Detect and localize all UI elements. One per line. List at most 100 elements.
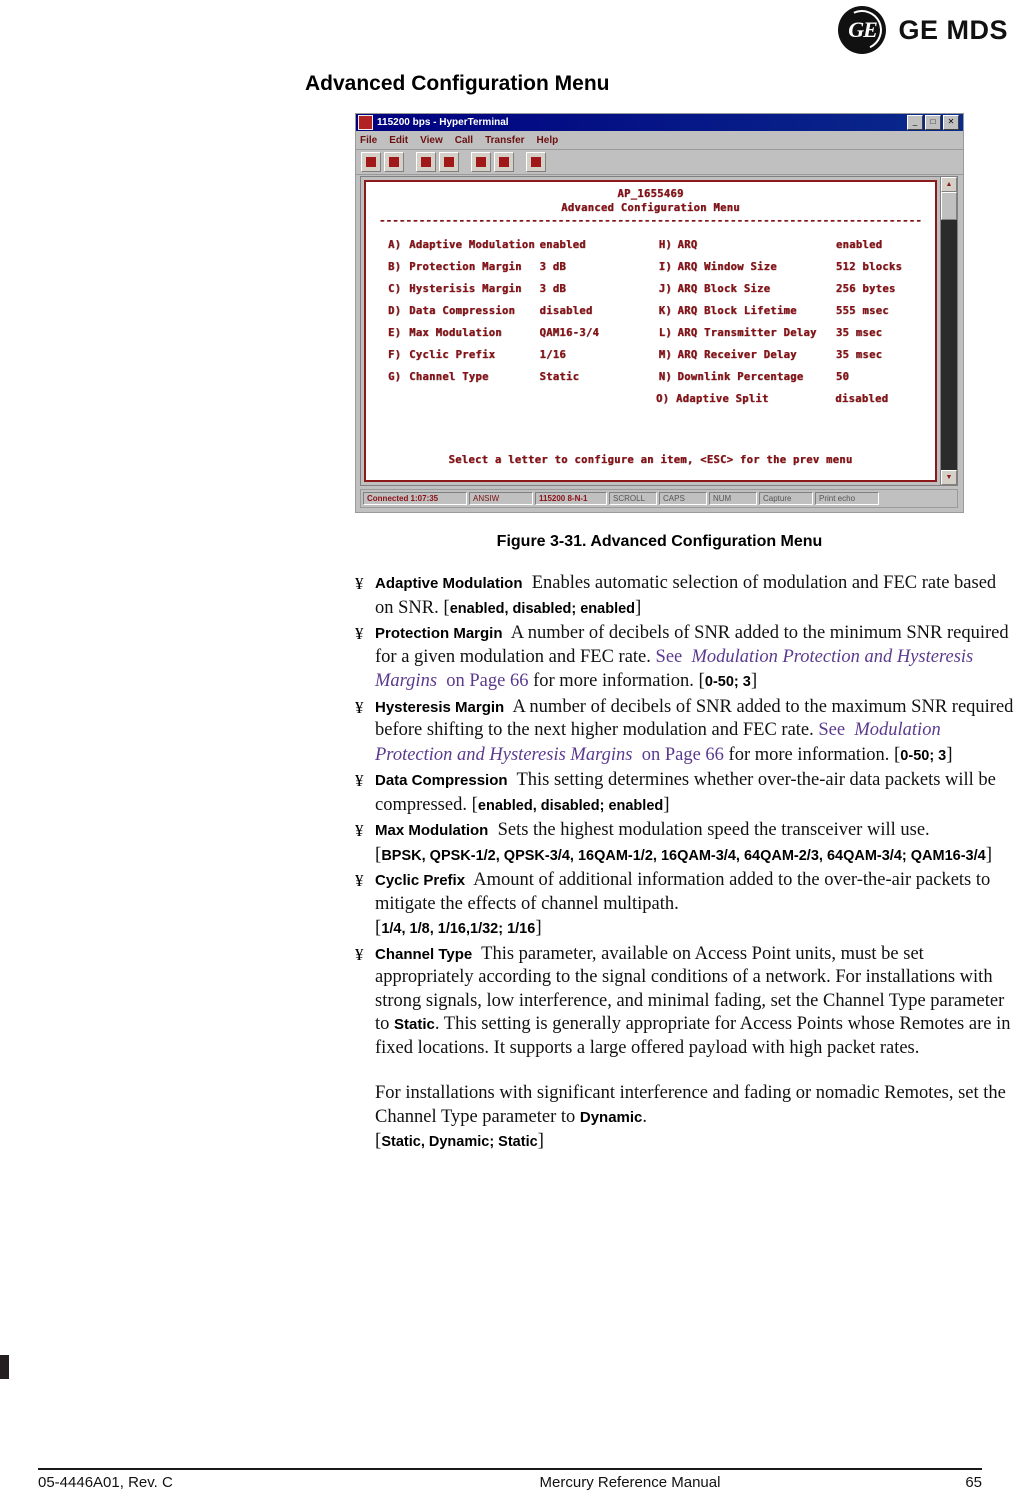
menu-item-h-name[interactable]: ARQ	[652, 239, 836, 251]
menu-item-e-value: QAM16-3/4	[539, 327, 600, 339]
menu-item-c-name[interactable]: Hysterisis Margin	[383, 283, 539, 295]
list-item-body: Data Compression This setting determines…	[375, 770, 996, 815]
menu-edit[interactable]: Edit	[389, 135, 408, 146]
list-item: ¥ Adaptive Modulation Enables automatic …	[355, 572, 1015, 621]
parameter-options: BPSK, QPSK-1/2, QPSK-3/4, 16QAM-1/2, 16Q…	[381, 847, 986, 864]
disconnect-icon[interactable]	[439, 152, 459, 172]
list-item-body: Channel Type This parameter, available o…	[375, 943, 1015, 1155]
menu-item-n-value: 50	[835, 371, 850, 383]
cross-reference-page[interactable]: on Page 66	[637, 745, 724, 765]
status-connected: Connected 1:07:35	[363, 492, 467, 505]
scroll-down-icon[interactable]: ▼	[941, 470, 957, 485]
open-connection-icon[interactable]	[384, 152, 404, 172]
maximize-button[interactable]: □	[925, 115, 941, 130]
terminal-scrollbar[interactable]: ▲ ▼	[940, 177, 957, 485]
parameter-description-2: . This setting is generally appropriate …	[375, 1014, 1011, 1058]
cross-reference-page[interactable]: on Page 66	[442, 671, 528, 691]
menu-item-f-name[interactable]: Cyclic Prefix	[383, 349, 539, 361]
figure-caption: Figure 3-31. Advanced Configuration Menu	[496, 533, 823, 550]
menu-item-o-name[interactable]: Adaptive Split	[650, 393, 835, 405]
parameter-name: Protection Margin	[375, 625, 503, 642]
status-print-echo: Print echo	[815, 492, 879, 505]
menu-help[interactable]: Help	[537, 135, 559, 146]
menu-item-l-name[interactable]: ARQ Transmitter Delay	[652, 327, 836, 339]
menu-item-e-name[interactable]: Max Modulation	[383, 327, 539, 339]
window-titlebar: 115200 bps - HyperTerminal _ □ ✕	[356, 114, 963, 131]
menu-view[interactable]: View	[420, 135, 443, 146]
status-filler	[881, 492, 955, 505]
terminal-statusbar: Connected 1:07:35 ANSIW 115200 8-N-1 SCR…	[360, 489, 958, 508]
menu-item-f-value: 1/16	[539, 349, 567, 361]
parameter-name: Data Compression	[375, 772, 508, 789]
footer-divider	[38, 1468, 982, 1470]
parameter-description: Sets the highest modulation speed the tr…	[497, 820, 930, 840]
page-footer: 05-4446A01, Rev. C Mercury Reference Man…	[38, 1474, 982, 1491]
value-static: Static	[394, 1016, 435, 1033]
list-item-body: Adaptive Modulation Enables automatic se…	[375, 573, 997, 618]
menu-file[interactable]: File	[360, 135, 377, 146]
menu-item-d-name[interactable]: Data Compression	[383, 305, 539, 317]
status-line-settings: 115200 8-N-1	[535, 492, 607, 505]
list-item: ¥ Hysteresis Margin A number of decibels…	[355, 696, 1015, 769]
list-item: ¥ Protection Margin A number of decibels…	[355, 622, 1015, 695]
parameter-options: Static, Dynamic; Static	[381, 1134, 538, 1150]
menu-item-a-value: enabled	[539, 239, 586, 251]
list-item-body: Hysteresis Margin A number of decibels o…	[375, 696, 1014, 765]
send-file-icon[interactable]	[471, 152, 491, 172]
menu-item-j-name[interactable]: ARQ Block Size	[652, 283, 836, 295]
menu-item-m-value: 35 msec	[835, 349, 883, 361]
scroll-up-icon[interactable]: ▲	[941, 177, 957, 192]
ge-monogram-icon: GE	[838, 6, 887, 54]
menu-item-g-value: Static	[539, 371, 580, 383]
parameter-name: Hysteresis Margin	[375, 698, 505, 716]
menu-item-k-name[interactable]: ARQ Block Lifetime	[652, 305, 836, 317]
menu-item-b-name[interactable]: Protection Margin	[383, 261, 539, 273]
toolbar	[356, 150, 963, 175]
list-item: ¥ Channel Type This parameter, available…	[355, 943, 1015, 1155]
menu-row: F) Cyclic Prefix 1/16 M) ARQ Receiver De…	[388, 344, 929, 366]
parameter-name: Adaptive Modulation	[375, 575, 523, 592]
hyperterminal-app-icon	[358, 115, 373, 130]
menu-item-c-value: 3 dB	[539, 283, 567, 295]
see-label: See	[818, 720, 846, 740]
properties-icon[interactable]	[526, 152, 546, 172]
new-connection-icon[interactable]	[361, 152, 381, 172]
bullet-icon: ¥	[355, 821, 364, 840]
window-controls: _ □ ✕	[907, 115, 961, 130]
menu-item-j-value: 256 bytes	[835, 283, 896, 295]
list-item-body: Protection Margin A number of decibels o…	[375, 623, 1009, 691]
parameter-name: Cyclic Prefix	[375, 872, 466, 889]
scrollbar-track[interactable]	[941, 192, 957, 470]
see-label: See	[655, 646, 683, 667]
menu-transfer[interactable]: Transfer	[485, 135, 524, 146]
value-dynamic: Dynamic	[579, 1108, 643, 1126]
hyperterminal-window: 115200 bps - HyperTerminal _ □ ✕ File Ed…	[355, 113, 964, 513]
menu-item-a-name[interactable]: Adaptive Modulation	[383, 239, 539, 251]
menu-item-g-name[interactable]: Channel Type	[383, 371, 539, 383]
parameter-description: Amount of additional information added t…	[375, 870, 991, 914]
page-title: Advanced Configuration Menu	[305, 72, 610, 95]
parameter-description-2: for more information.	[723, 744, 894, 765]
call-icon[interactable]	[416, 152, 436, 172]
list-item: ¥ Cyclic Prefix Amount of additional inf…	[355, 869, 1015, 942]
terminal-prompt: Select a letter to configure an item, <E…	[448, 454, 853, 466]
minimize-button[interactable]: _	[907, 115, 923, 130]
receive-file-icon[interactable]	[494, 152, 514, 172]
menu-row: A) Adaptive Modulation enabled H) ARQ en…	[388, 234, 929, 256]
terminal-viewport: AP_1655469 Advanced Configuration Menu -…	[360, 176, 958, 486]
parameter-name: Channel Type	[375, 945, 473, 963]
menu-item-i-name[interactable]: ARQ Window Size	[652, 261, 836, 273]
terminal-rule: ----------------------------------------…	[379, 215, 922, 227]
menu-item-m-name[interactable]: ARQ Receiver Delay	[652, 349, 836, 361]
parameter-options: enabled, disabled; enabled	[449, 600, 636, 617]
ge-mds-wordmark: GE MDS	[898, 14, 1008, 45]
terminal-screen[interactable]: AP_1655469 Advanced Configuration Menu -…	[364, 180, 937, 482]
menu-row: G) Channel Type Static N) Downlink Perce…	[388, 366, 929, 388]
menu-call[interactable]: Call	[455, 135, 473, 146]
scrollbar-thumb[interactable]	[941, 192, 957, 220]
status-capture: Capture	[759, 492, 813, 505]
menu-item-n-name[interactable]: Downlink Percentage	[652, 371, 836, 383]
parameter-description-list: ¥ Adaptive Modulation Enables automatic …	[355, 572, 1015, 1156]
paragraph-2-tail: .	[642, 1106, 648, 1127]
close-button[interactable]: ✕	[943, 115, 959, 130]
